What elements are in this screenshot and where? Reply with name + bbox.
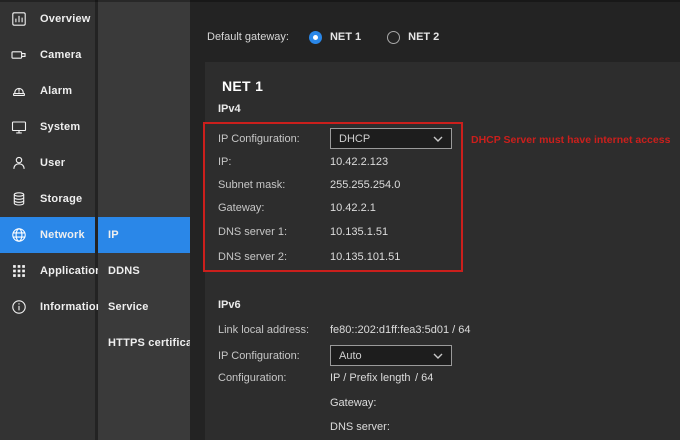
- ipv4-dns1-row: DNS server 1: 10.135.1.51: [218, 225, 388, 239]
- ipv4-ip-value: 10.42.2.123: [330, 155, 388, 169]
- sidebar-item-label: Network: [40, 229, 85, 241]
- ipv4-subnet-value: 255.255.254.0: [330, 178, 400, 192]
- applications-icon: [11, 263, 27, 279]
- sidebar-item-alarm[interactable]: Alarm: [0, 73, 95, 109]
- ipv4-ip-configuration-select[interactable]: DHCP: [330, 128, 452, 149]
- net2-radio-label[interactable]: NET 2: [408, 31, 439, 43]
- submenu-item-label: HTTPS certificate: [108, 337, 202, 349]
- sidebar-item-user[interactable]: User: [0, 145, 95, 181]
- sidebar-item-overview[interactable]: Overview: [0, 1, 95, 37]
- sidebar-item-label: User: [40, 157, 65, 169]
- alarm-icon: [11, 83, 27, 99]
- app-window: Overview Camera Alarm: [0, 0, 680, 440]
- sidebar-item-applications[interactable]: Applications: [0, 253, 95, 289]
- system-icon: [11, 119, 27, 135]
- ipv6-gateway-label: Gateway:: [330, 396, 376, 410]
- sidebar-item-network[interactable]: Network: [0, 217, 95, 253]
- sidebar-item-label: System: [40, 121, 80, 133]
- storage-icon: [11, 191, 27, 207]
- ipv6-ip-configuration-label: IP Configuration:: [218, 349, 330, 363]
- submenu-item-label: IP: [108, 229, 119, 241]
- ipv6-configuration-row: Configuration: IP / Prefix length / 64: [218, 371, 433, 385]
- ipv6-link-local-value: fe80::202:d1ff:fea3:5d01 / 64: [330, 323, 470, 337]
- ipv4-dns1-label: DNS server 1:: [218, 225, 330, 239]
- sidebar-item-camera[interactable]: Camera: [0, 37, 95, 73]
- network-submenu: IP DDNS Service HTTPS certificate: [98, 0, 190, 440]
- window-top-edge: [0, 0, 680, 2]
- submenu-item-label: DDNS: [108, 265, 140, 277]
- primary-sidebar: Overview Camera Alarm: [0, 0, 95, 440]
- ipv4-gateway-label: Gateway:: [218, 201, 330, 215]
- net1-settings-panel: NET 1 IPv4 DHCP Server must have interne…: [205, 62, 680, 440]
- default-gateway-label: Default gateway:: [207, 31, 289, 43]
- chevron-down-icon: [433, 136, 443, 142]
- ipv4-dns1-value: 10.135.1.51: [330, 225, 388, 239]
- camera-icon: [11, 47, 27, 63]
- ipv4-dns2-row: DNS server 2: 10.135.101.51: [218, 250, 400, 264]
- submenu-item-ip[interactable]: IP: [98, 217, 190, 253]
- net2-radio-group[interactable]: NET 2: [387, 31, 439, 44]
- ipv6-ip-configuration-value: Auto: [339, 350, 362, 362]
- ipv6-ip-configuration-row: IP Configuration:: [218, 349, 330, 363]
- overview-icon: [11, 11, 27, 27]
- ipv4-ip-configuration-row: IP Configuration:: [218, 132, 330, 146]
- ipv4-ip-row: IP: 10.42.2.123: [218, 155, 388, 169]
- default-gateway-row: Default gateway: NET 1 NET 2: [207, 27, 439, 47]
- main-content: Default gateway: NET 1 NET 2 NET 1 IPv4 …: [190, 0, 680, 440]
- ipv4-dns2-value: 10.135.101.51: [330, 250, 400, 264]
- information-icon: [11, 299, 27, 315]
- ipv6-prefix-suffix: / 64: [415, 371, 433, 385]
- submenu-item-label: Service: [108, 301, 149, 313]
- ipv6-dns-row: DNS server:: [218, 420, 390, 434]
- ipv6-link-local-label: Link local address:: [218, 323, 330, 337]
- radio-dot: [313, 35, 318, 40]
- ipv6-configuration-value: IP / Prefix length: [330, 371, 415, 385]
- submenu-item-https-certificate[interactable]: HTTPS certificate: [98, 325, 190, 361]
- net1-radio-group[interactable]: NET 1: [309, 31, 361, 44]
- panel-title: NET 1: [222, 78, 263, 94]
- network-icon: [11, 227, 27, 243]
- user-icon: [11, 155, 27, 171]
- net1-radio-label[interactable]: NET 1: [330, 31, 361, 43]
- ipv4-ip-configuration-value: DHCP: [339, 133, 370, 145]
- net1-radio[interactable]: [309, 31, 322, 44]
- ipv4-heading: IPv4: [218, 103, 241, 115]
- sidebar-item-label: Information: [40, 301, 103, 313]
- annotation-text: DHCP Server must have internet access: [471, 134, 670, 146]
- ipv4-subnet-row: Subnet mask: 255.255.254.0: [218, 178, 400, 192]
- ipv6-dns-label: DNS server:: [330, 420, 390, 434]
- ipv4-gateway-row: Gateway: 10.42.2.1: [218, 201, 376, 215]
- sidebar-item-storage[interactable]: Storage: [0, 181, 95, 217]
- submenu-item-service[interactable]: Service: [98, 289, 190, 325]
- ipv4-dns2-label: DNS server 2:: [218, 250, 330, 264]
- sidebar-item-label: Storage: [40, 193, 82, 205]
- ipv4-ip-configuration-label: IP Configuration:: [218, 132, 330, 146]
- net2-radio[interactable]: [387, 31, 400, 44]
- submenu-item-ddns[interactable]: DDNS: [98, 253, 190, 289]
- sidebar-item-label: Alarm: [40, 85, 72, 97]
- ipv4-gateway-value: 10.42.2.1: [330, 201, 376, 215]
- ipv4-subnet-label: Subnet mask:: [218, 178, 330, 192]
- sidebar-item-label: Camera: [40, 49, 82, 61]
- sidebar-item-label: Overview: [40, 13, 91, 25]
- ipv6-configuration-label: Configuration:: [218, 371, 330, 385]
- ipv4-ip-label: IP:: [218, 155, 330, 169]
- sidebar-item-information[interactable]: Information: [0, 289, 95, 325]
- ipv6-heading: IPv6: [218, 299, 241, 311]
- chevron-down-icon: [433, 353, 443, 359]
- ipv6-ip-configuration-select[interactable]: Auto: [330, 345, 452, 366]
- ipv6-link-local-row: Link local address: fe80::202:d1ff:fea3:…: [218, 323, 470, 337]
- sidebar-item-system[interactable]: System: [0, 109, 95, 145]
- ipv6-gateway-row: Gateway:: [218, 396, 376, 410]
